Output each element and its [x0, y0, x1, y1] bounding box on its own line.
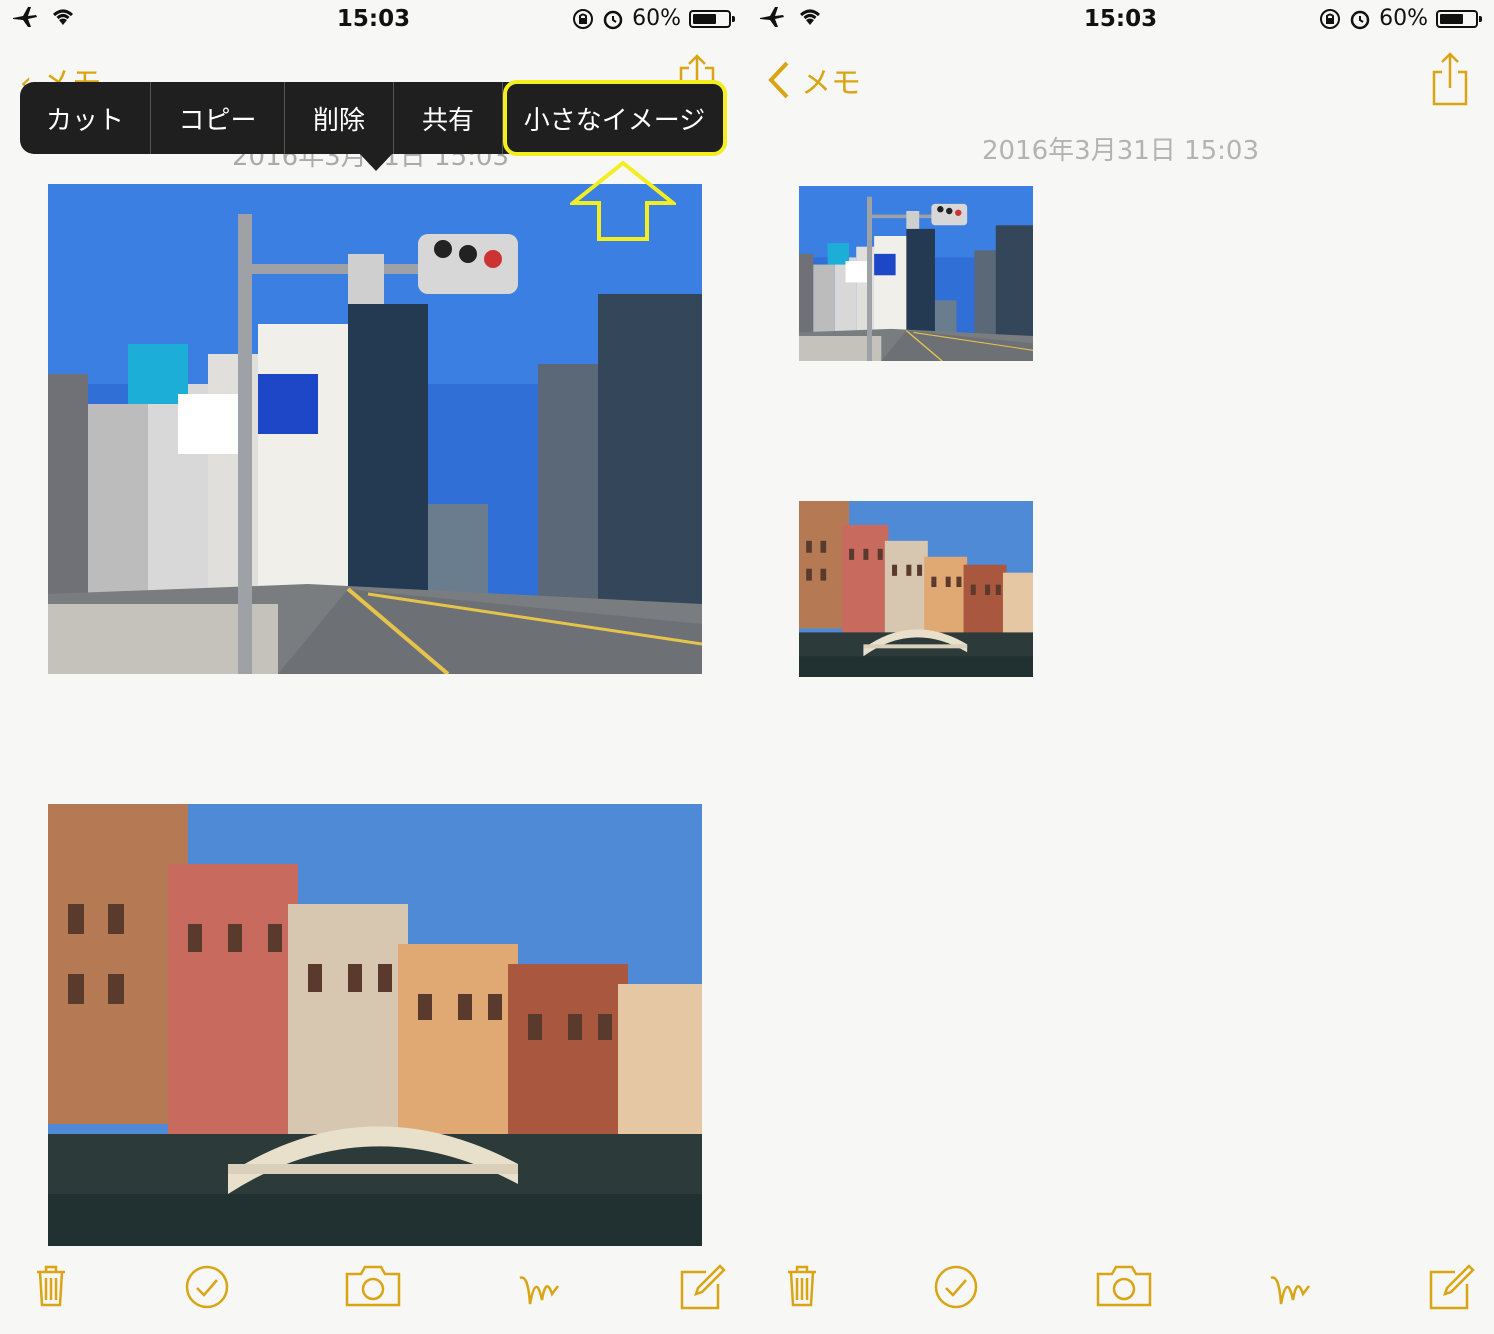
rotation-lock-icon	[573, 8, 594, 29]
sketch-icon[interactable]	[1267, 1264, 1313, 1310]
menu-cut[interactable]: カット	[20, 82, 151, 154]
right-screen: 15:03 60% メモ 2016年3月31日 15:03	[747, 0, 1494, 1334]
alarm-icon	[1350, 10, 1370, 29]
menu-copy[interactable]: コピー	[151, 82, 285, 154]
photo-venice[interactable]	[48, 804, 702, 1246]
alarm-icon	[603, 10, 623, 29]
rotation-lock-icon	[1320, 8, 1341, 29]
photo-city-small[interactable]	[799, 186, 1033, 361]
battery-icon	[1436, 9, 1482, 28]
photo-venice-image	[48, 804, 702, 1246]
chevron-left-icon	[768, 61, 789, 99]
photo-city[interactable]	[48, 184, 702, 674]
compose-icon[interactable]	[1427, 1264, 1475, 1312]
camera-icon[interactable]	[1095, 1264, 1153, 1308]
trash-icon[interactable]	[785, 1264, 819, 1308]
battery-fill	[1440, 13, 1463, 24]
menu-delete[interactable]: 削除	[285, 82, 394, 154]
sketch-icon[interactable]	[516, 1264, 562, 1310]
bottom-toolbar	[0, 1244, 747, 1334]
status-bar: 15:03 60%	[0, 0, 747, 40]
status-bar: 15:03 60%	[747, 0, 1494, 40]
back-label: メモ	[801, 66, 861, 101]
checklist-icon[interactable]	[184, 1264, 230, 1310]
share-button[interactable]	[1430, 52, 1470, 110]
battery-fill	[693, 13, 716, 24]
photo-venice-image	[799, 501, 1033, 677]
note-date: 2016年3月31日 15:03	[982, 136, 1259, 166]
bottom-toolbar	[747, 1244, 1494, 1334]
photo-venice-small[interactable]	[799, 501, 1033, 677]
trash-icon[interactable]	[34, 1264, 68, 1308]
status-right-icons: 60%	[572, 6, 735, 31]
battery-icon	[689, 9, 735, 28]
left-screen: 15:03 60% ‹ メモ 2016年3月31日 15:03 カット コピー …	[0, 0, 747, 1334]
camera-icon[interactable]	[344, 1264, 402, 1308]
back-button[interactable]: メモ	[767, 58, 861, 102]
context-menu-pointer	[360, 154, 392, 171]
photo-city-image	[799, 186, 1033, 361]
highlight-box	[503, 80, 727, 156]
up-arrow-annotation	[570, 160, 676, 241]
battery-percent: 60%	[1379, 6, 1428, 31]
checklist-icon[interactable]	[933, 1264, 979, 1310]
battery-percent: 60%	[632, 6, 681, 31]
share-icon	[1432, 52, 1468, 106]
status-right-icons: 60%	[1319, 6, 1482, 31]
nav-bar: メモ	[747, 52, 1494, 112]
photo-city-image	[48, 184, 702, 674]
menu-share[interactable]: 共有	[394, 82, 503, 154]
compose-icon[interactable]	[678, 1264, 726, 1312]
